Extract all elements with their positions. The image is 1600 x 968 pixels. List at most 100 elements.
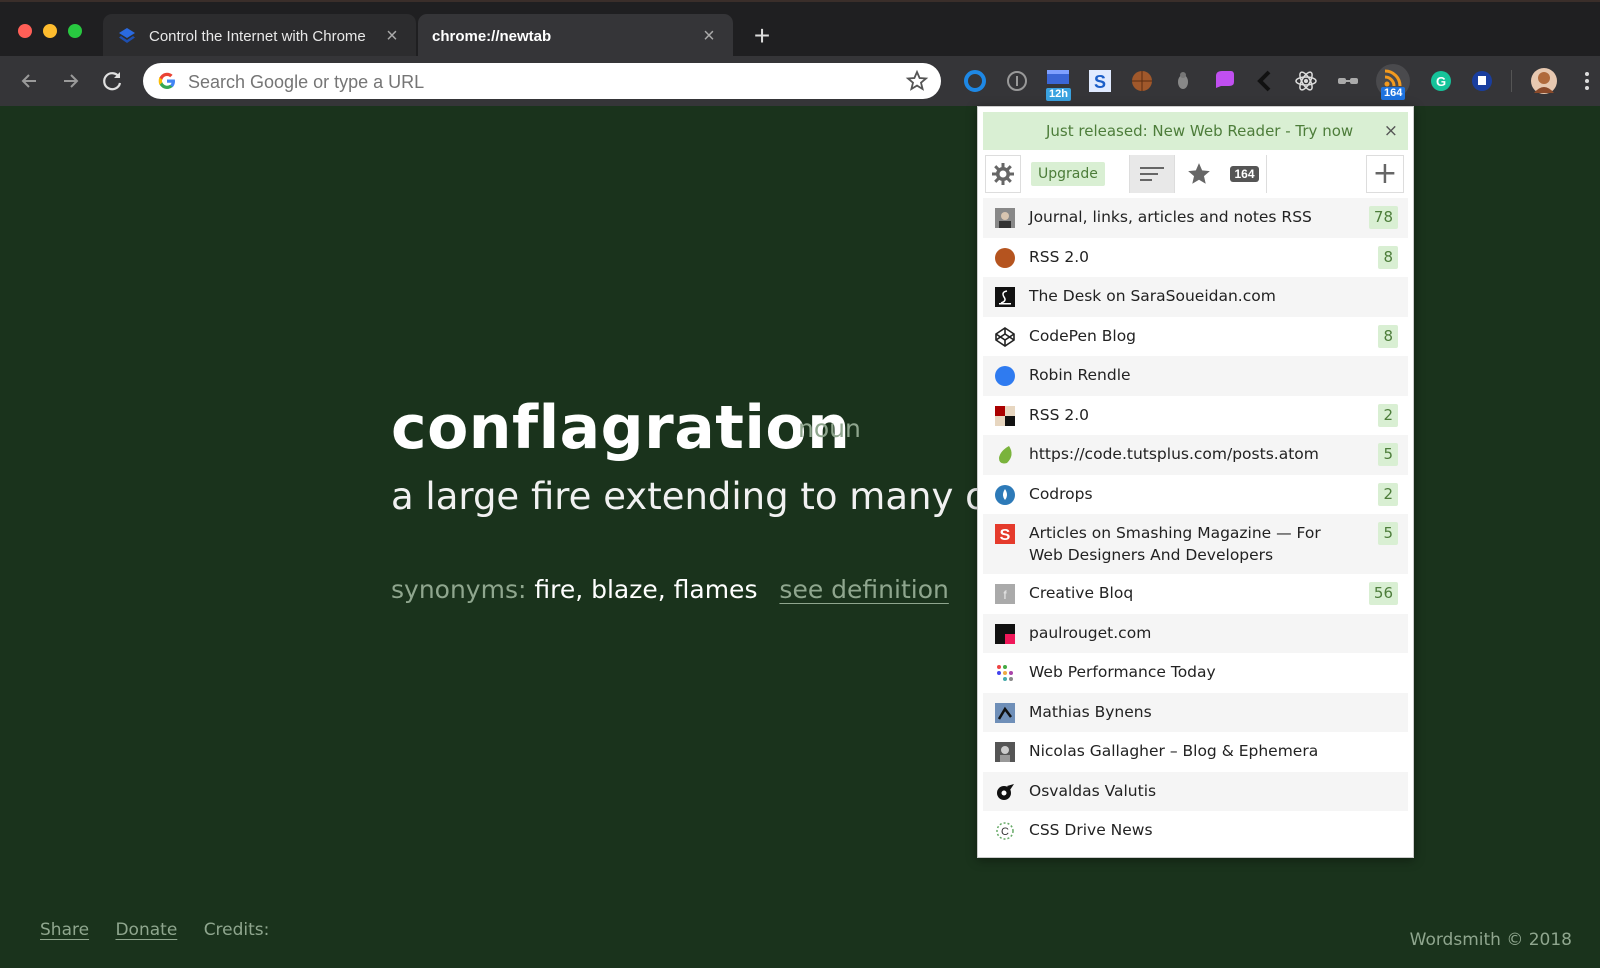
title-bar: Control the Internet with Chrome × chrom… — [0, 0, 1600, 58]
feed-unread-count: 2 — [1378, 403, 1398, 427]
add-feed-button[interactable]: + — [1366, 155, 1404, 193]
feed-title: Osvaldas Valutis — [1029, 781, 1157, 800]
feed-item[interactable]: Journal, links, articles and notes RSS 7… — [983, 198, 1408, 238]
omnibox-input[interactable] — [186, 67, 890, 97]
css-drive-icon: C — [996, 822, 1014, 840]
list-lines-icon — [1140, 167, 1164, 181]
feed-item[interactable]: Osvaldas Valutis — [983, 771, 1408, 811]
synonyms-values: fire, blaze, flames — [534, 575, 758, 604]
menu-kebab-icon[interactable] — [1574, 68, 1600, 94]
feed-title: https://code.tutsplus.com/posts.atom — [1029, 445, 1319, 463]
feed-title: Nicolas Gallagher – Blog & Ephemera — [1029, 742, 1319, 760]
synonyms-label: synonyms: — [391, 575, 527, 604]
feed-item[interactable]: Nicolas Gallagher – Blog & Ephemera — [983, 732, 1408, 772]
minimize-window-button[interactable] — [43, 24, 57, 38]
feed-list-button[interactable] — [1129, 155, 1175, 193]
glasses-extension-icon[interactable] — [1335, 68, 1361, 94]
feed-unread-count: 2 — [1378, 482, 1398, 506]
donate-link[interactable]: Donate — [115, 920, 177, 940]
feed-item[interactable]: Robin Rendle — [983, 356, 1408, 396]
bookmark-star-icon[interactable] — [905, 69, 929, 93]
feed-item[interactable]: paulrouget.com — [983, 613, 1408, 653]
feed-title: Articles on Smashing Magazine — For Web … — [1029, 524, 1321, 564]
svg-text:G: G — [1436, 74, 1446, 89]
bug-extension-icon[interactable] — [1170, 68, 1196, 94]
tab-title: Control the Internet with Chrome — [149, 27, 366, 45]
maximize-window-button[interactable] — [68, 24, 82, 38]
feed-unread-count: 5 — [1378, 522, 1398, 545]
feed-item[interactable]: RSS 2.0 8 — [983, 237, 1408, 277]
svg-text:S: S — [1000, 527, 1011, 544]
info-circle-extension-icon[interactable] — [1004, 68, 1030, 94]
feed-item[interactable]: RSS 2.0 2 — [983, 395, 1408, 435]
feed-title: The Desk on SaraSoueidan.com — [1029, 287, 1276, 305]
nicolas-photo-icon — [995, 742, 1015, 762]
timer-extension-icon[interactable]: 12h — [1045, 68, 1071, 101]
word-of-day: conflagration — [391, 393, 851, 463]
paulrouget-icon — [995, 623, 1015, 644]
feed-item[interactable]: Codrops 2 — [983, 474, 1408, 514]
unread-count-button[interactable]: 164 — [1223, 155, 1267, 193]
feed-unread-count: 5 — [1378, 443, 1398, 466]
feed-title: RSS 2.0 — [1029, 247, 1090, 266]
starred-button[interactable] — [1177, 155, 1221, 193]
feed-title: Web Performance Today — [1029, 663, 1216, 681]
squares-icon — [995, 405, 1015, 426]
popup-toolbar: Upgrade 164 + — [983, 150, 1408, 198]
feed-item[interactable]: f Creative Bloq 56 — [983, 574, 1408, 614]
close-window-button[interactable] — [18, 24, 32, 38]
share-link[interactable]: Share — [40, 920, 89, 940]
rss-reader-popup: Just released: New Web Reader - Try now … — [977, 106, 1414, 858]
grammarly-icon[interactable]: G — [1428, 68, 1454, 94]
footer-links: Share Donate Credits: — [40, 920, 290, 940]
layers-icon — [119, 28, 135, 43]
feed-title: CodePen Blog — [1029, 326, 1137, 345]
feed-item[interactable]: The Desk on SaraSoueidan.com — [983, 277, 1408, 317]
s-logo-extension-icon[interactable]: S — [1087, 68, 1113, 94]
circle-ring-extension-icon[interactable] — [962, 68, 988, 94]
copyright: Wordsmith © 2018 — [1409, 930, 1572, 950]
feed-title: Mathias Bynens — [1029, 702, 1152, 721]
back-arrow-icon[interactable] — [14, 66, 44, 96]
feed-unread-count: 56 — [1368, 582, 1398, 605]
feed-item[interactable]: https://code.tutsplus.com/posts.atom 5 — [983, 435, 1408, 475]
feed-title: Robin Rendle — [1029, 366, 1131, 384]
rss-extension-button[interactable]: 164 — [1376, 64, 1410, 100]
new-tab-button[interactable]: + — [747, 21, 777, 51]
avatar-photo-icon — [995, 208, 1015, 228]
react-atom-icon[interactable] — [1293, 68, 1319, 94]
feed-item[interactable]: Web Performance Today — [983, 653, 1408, 693]
settings-button[interactable] — [985, 155, 1021, 193]
tab-title: chrome://newtab — [432, 27, 552, 45]
credits-label: Credits: — [203, 920, 270, 940]
feed-item[interactable]: Mathias Bynens — [983, 692, 1408, 732]
tab-control-internet[interactable]: Control the Internet with Chrome × — [103, 14, 416, 58]
feed-list: Journal, links, articles and notes RSS 7… — [983, 198, 1408, 851]
tab-close-icon[interactable]: × — [382, 25, 402, 48]
rss-icon — [1384, 69, 1402, 87]
feed-unread-count: 78 — [1368, 206, 1398, 229]
forward-arrow-icon[interactable] — [56, 66, 86, 96]
tab-close-icon[interactable]: × — [699, 25, 719, 48]
feed-item[interactable]: CodePen Blog 8 — [983, 316, 1408, 356]
profile-avatar[interactable] — [1530, 67, 1558, 95]
address-bar[interactable] — [143, 63, 941, 99]
close-icon[interactable]: × — [1384, 112, 1398, 150]
see-definition-link[interactable]: see definition — [779, 575, 948, 604]
reload-icon[interactable] — [98, 66, 128, 96]
basketball-extension-icon[interactable] — [1129, 68, 1155, 94]
upgrade-button[interactable]: Upgrade — [1031, 162, 1105, 186]
bookmark-badge-extension-icon[interactable] — [1469, 68, 1495, 94]
release-notice[interactable]: Just released: New Web Reader - Try now … — [983, 112, 1408, 150]
sara-logo-icon — [995, 287, 1015, 307]
svg-text:C: C — [1001, 826, 1009, 838]
feed-item[interactable]: S Articles on Smashing Magazine — For We… — [983, 514, 1408, 574]
orange-circle-icon — [995, 247, 1015, 268]
chevron-left-extension-icon[interactable] — [1252, 68, 1278, 94]
tab-newtab[interactable]: chrome://newtab × — [418, 14, 733, 58]
star-icon — [1188, 163, 1210, 184]
feed-title: Journal, links, articles and notes RSS — [1029, 208, 1312, 226]
svg-text:S: S — [1094, 72, 1106, 92]
gradient-bubble-extension-icon[interactable] — [1211, 68, 1237, 94]
feed-item[interactable]: C CSS Drive News — [983, 811, 1408, 851]
